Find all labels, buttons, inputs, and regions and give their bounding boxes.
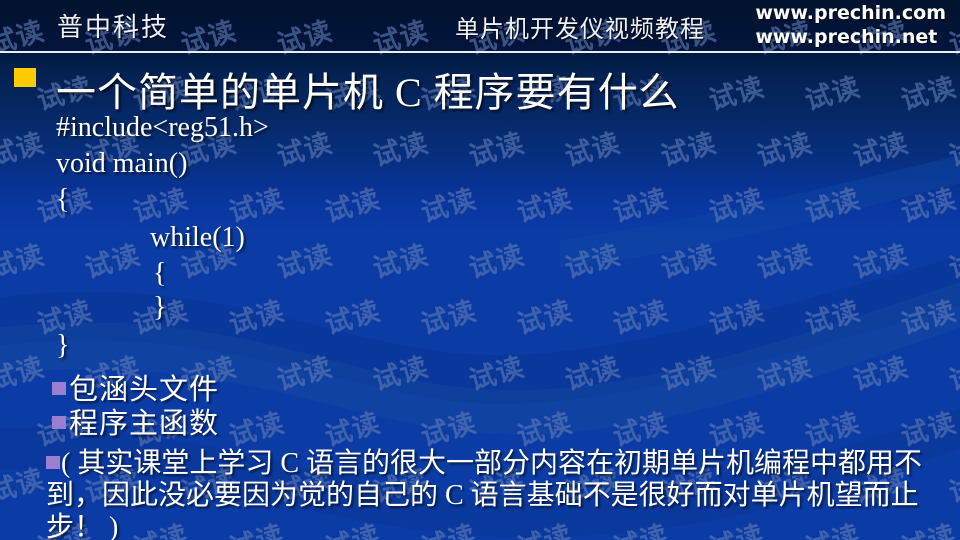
bullet-square-icon — [14, 68, 36, 87]
sub-bullet-square-icon — [46, 456, 60, 469]
code-line-6: } — [153, 292, 167, 323]
code-line-1: #include<reg51.h> — [56, 112, 269, 143]
list-item: 程序主函数 — [52, 400, 219, 442]
code-line-7: } — [56, 330, 70, 361]
slide-canvas: 试读 试读 试读 试读 试读 试读 试读 试读 试读 试读 试读 试读 试读 试读 试读 试读 试读 试读 试读 试读… — [0, 0, 960, 540]
website-urls: www.prechin.com www.prechin.net — [755, 1, 946, 49]
url-primary: www.prechin.com — [755, 2, 946, 24]
slide-content: 一个简单的单片机 C 程序要有什么 #include<reg51.h> void… — [0, 0, 960, 540]
page-title: 一个简单的单片机 C 程序要有什么 — [56, 70, 680, 115]
note-paragraph: ( 其实课堂上学习 C 语言的很大一部分内容在初期单片机编程中都用不到，因此没必… — [46, 448, 954, 540]
header-divider — [0, 51, 960, 53]
code-line-3: { — [56, 184, 70, 215]
code-line-2: void main() — [56, 148, 188, 179]
sub-bullet-square-icon — [52, 416, 66, 429]
header-bar: 普中科技 单片机开发仪视频教程 www.prechin.com www.prec… — [0, 0, 960, 52]
brand-title: 普中科技 — [57, 13, 170, 42]
url-secondary: www.prechin.net — [755, 26, 938, 48]
code-line-4: while(1) — [150, 222, 245, 253]
list-item-label: 程序主函数 — [69, 408, 220, 440]
note-text: ( 其实课堂上学习 C 语言的很大一部分内容在初期单片机编程中都用不到，因此没必… — [46, 448, 923, 540]
code-line-5: { — [153, 258, 167, 289]
sub-bullet-square-icon — [52, 382, 66, 395]
course-title: 单片机开发仪视频教程 — [455, 17, 705, 43]
